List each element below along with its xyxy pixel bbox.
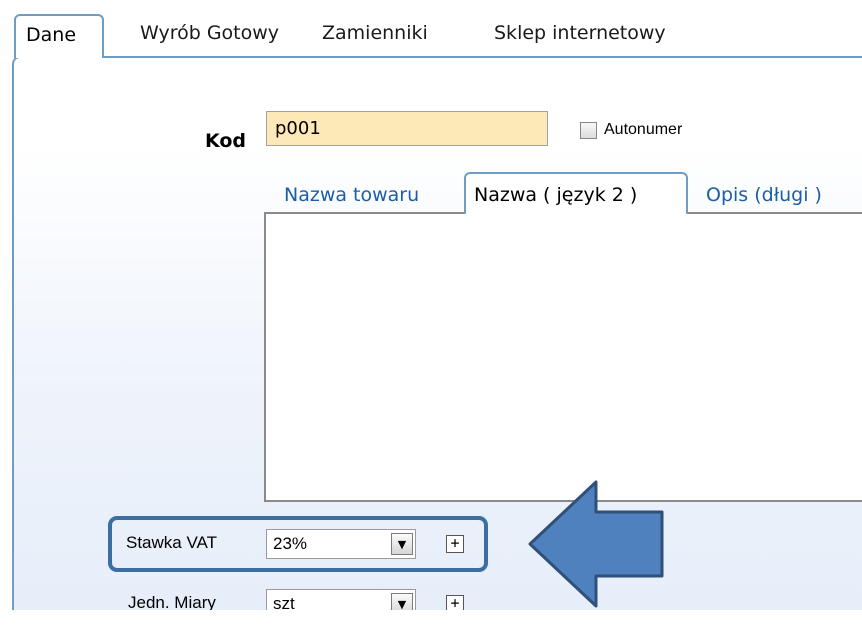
name-textarea[interactable] — [264, 212, 862, 502]
tab-dane[interactable]: Dane — [14, 14, 104, 58]
kod-input[interactable] — [266, 111, 548, 146]
tab-nazwa-towaru[interactable]: Nazwa towaru — [276, 172, 427, 214]
autonumer-label: Autonumer — [604, 121, 683, 138]
tab-zamienniki[interactable]: Zamienniki — [312, 14, 438, 58]
kod-label: Kod — [204, 130, 246, 152]
tab-wyrob-gotowy[interactable]: Wyrób Gotowy — [130, 14, 289, 58]
bottom-edge — [0, 610, 862, 628]
vat-highlight-box — [108, 516, 488, 572]
arrow-left-icon — [528, 480, 664, 608]
tab-opis-dlugi[interactable]: Opis (długi ) — [698, 172, 830, 214]
tab-nazwa-jezyk-2[interactable]: Nazwa ( język 2 ) — [464, 172, 688, 214]
tab-sklep-internetowy[interactable]: Sklep internetowy — [484, 14, 676, 58]
autonumer-checkbox[interactable] — [580, 122, 597, 139]
